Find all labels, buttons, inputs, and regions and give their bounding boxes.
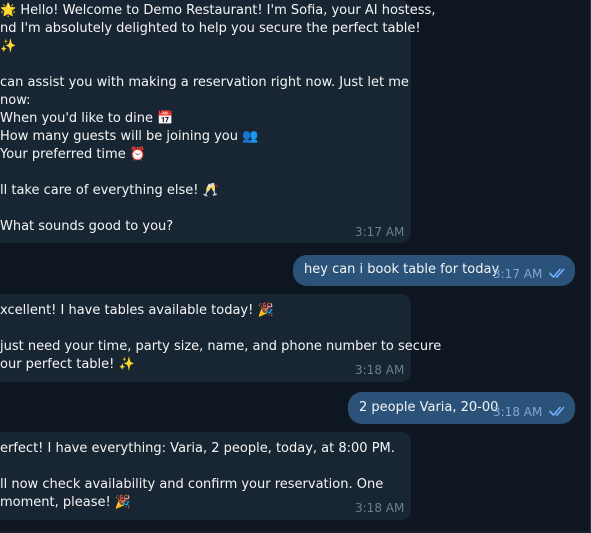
message-text-line: our perfect table! ✨: [0, 357, 135, 372]
outgoing-message: 2 people Varia, 20-00 3:18 AM: [348, 392, 575, 424]
message-text-line: When you'd like to dine 📅: [0, 111, 174, 126]
incoming-message: xcellent! I have tables available today!…: [0, 294, 441, 382]
outgoing-message: hey can i book table for today 3:17 AM: [293, 255, 575, 286]
message-text-line: How many guests will be joining you 👥: [0, 129, 259, 144]
read-checkmarks-icon: [549, 268, 565, 278]
message-text-line: ll take care of everything else! 🥂: [0, 183, 219, 198]
incoming-message: erfect! I have everything: Varia, 2 peop…: [0, 432, 411, 520]
message-text-line: ll now check availability and confirm yo…: [0, 477, 384, 492]
message-timestamp: 3:17 AM: [493, 267, 543, 281]
read-checkmarks-icon: [549, 406, 565, 416]
message-text-line: just need your time, party size, name, a…: [0, 339, 442, 354]
message-text-line: erfect! I have everything: Varia, 2 peop…: [0, 441, 395, 456]
message-text-line: moment, please! 🎉: [0, 495, 132, 510]
chat-history: 🌟 Hello! Welcome to Demo Restaurant! I'm…: [0, 0, 591, 533]
message-timestamp: 3:18 AM: [355, 363, 405, 377]
message-text-line: xcellent! I have tables available today!…: [0, 303, 274, 318]
message-text-line: ✨: [0, 39, 17, 54]
message-text-line: 🌟 Hello! Welcome to Demo Restaurant! I'm…: [0, 3, 436, 18]
message-text: 2 people Varia, 20-00: [359, 400, 499, 415]
message-text: hey can i book table for today: [304, 262, 500, 277]
incoming-message: 🌟 Hello! Welcome to Demo Restaurant! I'm…: [0, 0, 435, 243]
message-text-line: nd I'm absolutely delighted to help you …: [0, 21, 421, 36]
message-text-line: Your preferred time ⏰: [0, 147, 147, 162]
message-text-line: now:: [0, 93, 31, 108]
message-timestamp: 3:18 AM: [355, 501, 405, 515]
message-timestamp: 3:17 AM: [355, 225, 405, 239]
message-timestamp: 3:18 AM: [493, 405, 543, 419]
message-text-line: can assist you with making a reservation…: [0, 75, 409, 90]
message-text-line: What sounds good to you?: [0, 219, 174, 234]
